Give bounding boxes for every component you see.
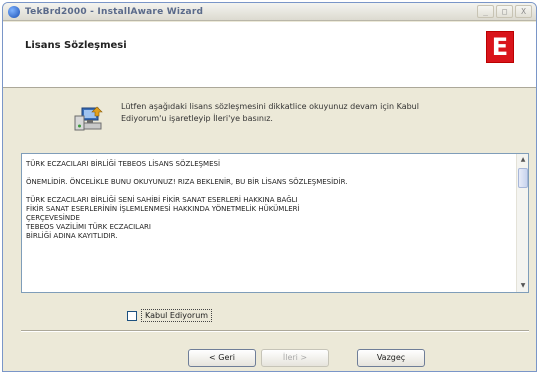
license-line: TÜRK ECZACILARI BİRLİĞİ TEBEOS LİSANS SÖ…	[26, 160, 221, 168]
instruction-text: Lütfen aşağıdaki lisans sözleşmesini dik…	[121, 102, 419, 123]
accept-label[interactable]: Kabul Ediyorum	[141, 309, 213, 322]
license-line: BİRLİĞİ ADINA KAYITLIDIR.	[26, 232, 118, 240]
license-line: TEBEOS VAZİLİMI TÜRK ECZACILARI	[26, 223, 151, 231]
page-title: Lisans Sözleşmesi	[25, 40, 127, 51]
setup-computer-icon	[73, 105, 105, 135]
maximize-button[interactable]: □	[496, 5, 513, 18]
header-panel: Lisans Sözleşmesi E	[3, 22, 536, 88]
close-button[interactable]: X	[515, 5, 532, 18]
scroll-down-arrow-icon[interactable]: ▼	[518, 280, 528, 292]
logo-letter: E	[491, 33, 509, 61]
brand-logo: E	[486, 31, 514, 63]
installer-window: TekBrd2000 - InstallAware Wizard _ □ X L…	[2, 2, 537, 372]
vertical-scrollbar[interactable]: ▲ ▼	[516, 154, 528, 292]
accept-option[interactable]: Kabul Ediyorum	[127, 309, 213, 322]
license-line: TÜRK ECZACILARI BİRLİĞİ SENİ SAHİBİ FİKİ…	[26, 196, 298, 204]
license-line: FİKİR SANAT ESERLERİNİN İŞLEMLENMESİ HAK…	[26, 205, 300, 213]
scrollbar-thumb[interactable]	[518, 168, 528, 188]
license-text-box[interactable]: TÜRK ECZACILARI BİRLİĞİ TEBEOS LİSANS SÖ…	[21, 153, 529, 293]
title-bar[interactable]: TekBrd2000 - InstallAware Wizard _ □ X	[3, 3, 536, 21]
next-button[interactable]: İleri >	[261, 349, 329, 367]
back-button[interactable]: < Geri	[188, 349, 256, 367]
cancel-button[interactable]: Vazgeç	[357, 349, 425, 367]
window-title: TekBrd2000 - InstallAware Wizard	[25, 6, 204, 17]
app-icon	[8, 5, 20, 18]
scroll-up-arrow-icon[interactable]: ▲	[518, 154, 528, 166]
minimize-button[interactable]: _	[477, 5, 494, 18]
window-controls: _ □ X	[477, 5, 532, 18]
license-line: ÇERÇEVESİNDE	[26, 214, 80, 222]
license-line: ÖNEMLİDİR. ÖNCELİKLE BUNU OKUYUNUZ! RIZA…	[26, 178, 348, 186]
footer-divider	[21, 330, 529, 332]
license-content: TÜRK ECZACILARI BİRLİĞİ TEBEOS LİSANS SÖ…	[26, 160, 506, 241]
accept-checkbox[interactable]	[127, 310, 137, 321]
